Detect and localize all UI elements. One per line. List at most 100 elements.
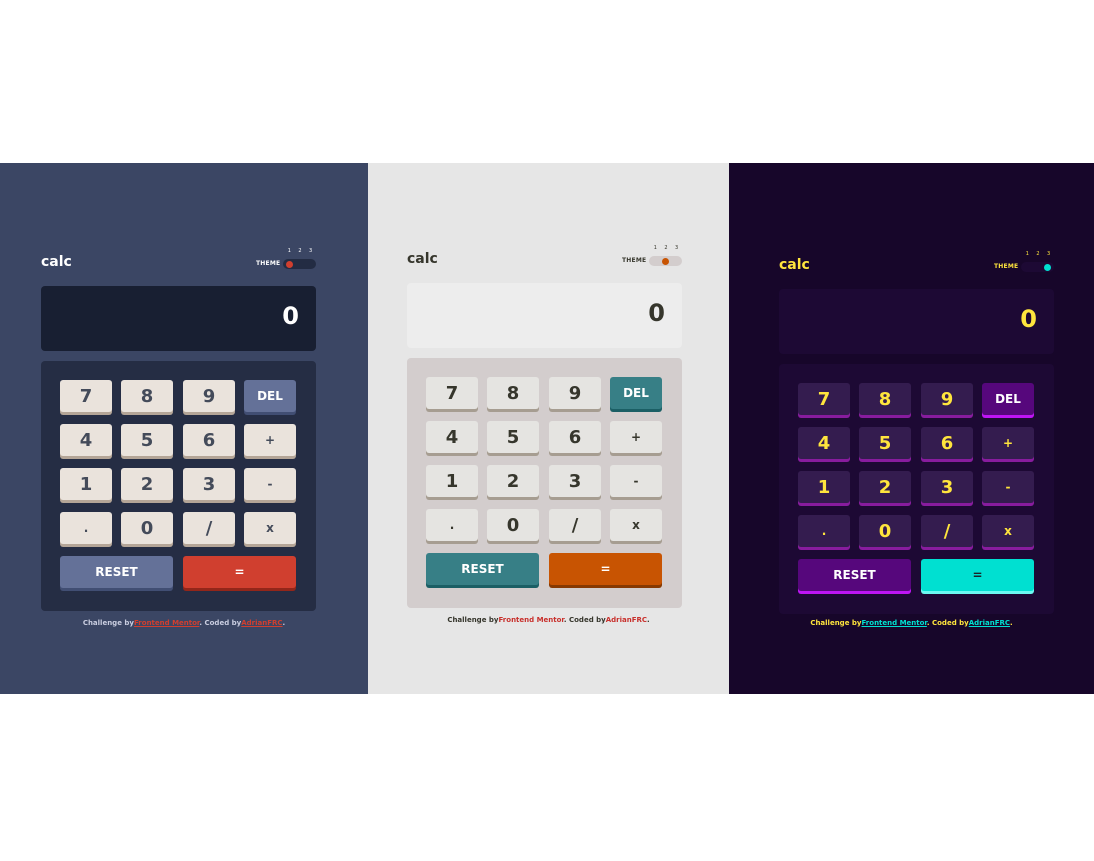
divide-button[interactable]: / (921, 515, 973, 547)
calculator-header: calc THEME 1 2 3 (407, 245, 682, 283)
key-6[interactable]: 6 (921, 427, 973, 459)
theme-numbers: 1 2 3 (1022, 251, 1054, 257)
keypad: 7 8 9 DEL 4 5 6 + 1 2 3 - . 0 / x RESET … (41, 361, 316, 611)
key-4[interactable]: 4 (798, 427, 850, 459)
key-4[interactable]: 4 (60, 424, 112, 456)
theme-toggle[interactable] (649, 256, 682, 266)
key-3[interactable]: 3 (921, 471, 973, 503)
multiply-button[interactable]: x (244, 512, 296, 544)
divide-button[interactable]: / (183, 512, 235, 544)
keypad: 7 8 9 DEL 4 5 6 + 1 2 3 - . 0 / x RESET … (407, 358, 682, 608)
key-6[interactable]: 6 (549, 421, 601, 453)
theme-switcher: THEME 1 2 3 (256, 248, 316, 278)
key-8[interactable]: 8 (121, 380, 173, 412)
key-9[interactable]: 9 (183, 380, 235, 412)
key-2[interactable]: 2 (121, 468, 173, 500)
frontend-mentor-link[interactable]: Frontend Mentor (861, 619, 926, 627)
footer-prefix: Challenge by (810, 619, 862, 627)
display-screen: 0 (779, 289, 1054, 354)
theme-number-1: 1 (1025, 251, 1029, 257)
theme-label: THEME (994, 263, 1019, 270)
theme-switcher: THEME 1 2 3 (994, 251, 1054, 281)
delete-button[interactable]: DEL (982, 383, 1034, 415)
delete-button[interactable]: DEL (610, 377, 662, 409)
key-6[interactable]: 6 (183, 424, 235, 456)
keypad: 7 8 9 DEL 4 5 6 + 1 2 3 - . 0 / x RESET … (779, 364, 1054, 614)
key-0[interactable]: 0 (487, 509, 539, 541)
key-3[interactable]: 3 (549, 465, 601, 497)
key-1[interactable]: 1 (426, 465, 478, 497)
key-0[interactable]: 0 (859, 515, 911, 547)
reset-button[interactable]: RESET (426, 553, 539, 585)
theme-toggle-knob[interactable] (1044, 264, 1051, 271)
theme-toggle[interactable] (1021, 262, 1054, 272)
key-5[interactable]: 5 (859, 427, 911, 459)
display-screen: 0 (407, 283, 682, 348)
plus-button[interactable]: + (982, 427, 1034, 459)
multiply-button[interactable]: x (982, 515, 1034, 547)
theme-label: THEME (256, 260, 281, 267)
footer-suffix: . (1010, 619, 1013, 627)
calculator-panel-theme-3: calc THEME 1 2 3 0 7 8 9 DEL 4 5 6 + 1 2… (729, 163, 1094, 694)
divide-button[interactable]: / (549, 509, 601, 541)
key-2[interactable]: 2 (859, 471, 911, 503)
key-7[interactable]: 7 (798, 383, 850, 415)
frontend-mentor-link[interactable]: Frontend Mentor (134, 619, 199, 627)
theme-number-3: 3 (309, 248, 313, 254)
calculator: calc THEME 1 2 3 0 7 8 9 DEL 4 5 6 + 1 2… (779, 251, 1054, 614)
theme-toggle[interactable] (283, 259, 316, 269)
calculator-header: calc THEME 1 2 3 (41, 248, 316, 286)
frontend-mentor-link[interactable]: Frontend Mentor (498, 616, 563, 624)
theme-numbers: 1 2 3 (650, 245, 682, 251)
display-screen: 0 (41, 286, 316, 351)
key-9[interactable]: 9 (549, 377, 601, 409)
footer-suffix: . (282, 619, 286, 627)
theme-toggle-knob[interactable] (286, 261, 293, 268)
multiply-button[interactable]: x (610, 509, 662, 541)
theme-toggle-knob[interactable] (662, 258, 669, 265)
reset-button[interactable]: RESET (60, 556, 173, 588)
minus-button[interactable]: - (244, 468, 296, 500)
key-7[interactable]: 7 (426, 377, 478, 409)
equals-button[interactable]: = (921, 559, 1034, 591)
key-7[interactable]: 7 (60, 380, 112, 412)
key-1[interactable]: 1 (60, 468, 112, 500)
plus-button[interactable]: + (610, 421, 662, 453)
footer-middle: . Coded by (926, 619, 969, 627)
minus-button[interactable]: - (982, 471, 1034, 503)
equals-button[interactable]: = (183, 556, 296, 588)
key-8[interactable]: 8 (487, 377, 539, 409)
key-5[interactable]: 5 (487, 421, 539, 453)
equals-button[interactable]: = (549, 553, 662, 585)
author-link[interactable]: AdrianFRC (606, 616, 647, 624)
key-0[interactable]: 0 (121, 512, 173, 544)
theme-number-1: 1 (287, 248, 291, 254)
reset-button[interactable]: RESET (798, 559, 911, 591)
key-9[interactable]: 9 (921, 383, 973, 415)
delete-button[interactable]: DEL (244, 380, 296, 412)
author-link[interactable]: AdrianFRC (969, 619, 1010, 627)
logo: calc (779, 257, 810, 273)
plus-button[interactable]: + (244, 424, 296, 456)
key-3[interactable]: 3 (183, 468, 235, 500)
decimal-button[interactable]: . (798, 515, 850, 547)
footer-prefix: Challenge by (447, 616, 499, 624)
calculator: calc THEME 1 2 3 0 7 8 9 DEL 4 5 6 + 1 2… (41, 248, 316, 611)
footer-prefix: Challenge by (82, 619, 134, 627)
theme-number-3: 3 (1047, 251, 1051, 257)
minus-button[interactable]: - (610, 465, 662, 497)
key-4[interactable]: 4 (426, 421, 478, 453)
key-5[interactable]: 5 (121, 424, 173, 456)
key-1[interactable]: 1 (798, 471, 850, 503)
display-value: 0 (282, 302, 299, 330)
footer-middle: . Coded by (563, 616, 606, 624)
key-2[interactable]: 2 (487, 465, 539, 497)
decimal-button[interactable]: . (426, 509, 478, 541)
key-8[interactable]: 8 (859, 383, 911, 415)
decimal-button[interactable]: . (60, 512, 112, 544)
calculator-panel-theme-2: calc THEME 1 2 3 0 7 8 9 DEL 4 5 6 + 1 2… (368, 163, 729, 694)
calculator-panel-theme-1: calc THEME 1 2 3 0 7 8 9 DEL 4 5 6 + 1 2… (0, 163, 368, 694)
attribution-footer: Challenge byFrontend Mentor. Coded byAdr… (368, 616, 729, 624)
author-link[interactable]: AdrianFRC (241, 619, 282, 627)
calculator: calc THEME 1 2 3 0 7 8 9 DEL 4 5 6 + 1 2… (407, 245, 682, 608)
